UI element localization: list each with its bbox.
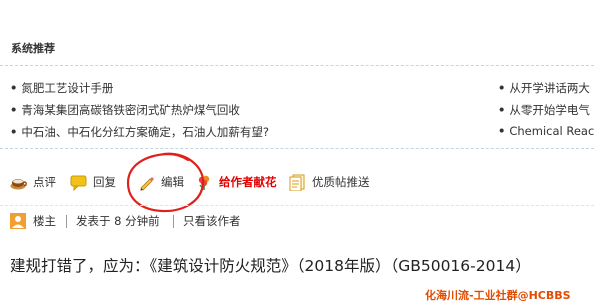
reply-label: 回复 xyxy=(93,175,116,189)
recommendation-link[interactable]: 青海某集团高碳铬铁密闭式矿热炉煤气回收 xyxy=(21,103,240,117)
list-item[interactable]: • 从零开始学电气 xyxy=(498,102,590,118)
comment-label: 点评 xyxy=(33,175,56,189)
bullet-icon: • xyxy=(10,103,18,117)
post-header: 楼主 发表于 8 分钟前 只看该作者 xyxy=(10,210,594,232)
reply-button[interactable]: 回复 xyxy=(70,168,116,196)
list-item[interactable]: •Chemical Reactio xyxy=(498,124,594,138)
divider xyxy=(0,205,594,206)
speech-bubble-icon xyxy=(70,174,87,191)
watermark: 化海川流-工业社群@HCBBS xyxy=(425,289,571,302)
recommendation-link[interactable]: 从开学讲话两大 xyxy=(509,81,590,95)
author-role: 楼主 xyxy=(10,210,56,232)
author-only-link[interactable]: 只看该作者 xyxy=(183,210,241,232)
bullet-icon: • xyxy=(498,81,506,95)
post-content: 建规打错了，应为：《建筑设计防火规范》（2018年版）（GB50016-2014… xyxy=(10,257,531,275)
push-label: 优质帖推送 xyxy=(312,175,370,189)
gift-label: 给作者献花 xyxy=(219,175,277,189)
author-role-label: 楼主 xyxy=(33,214,56,228)
comment-button[interactable]: 点评 xyxy=(10,168,56,196)
edit-label: 编辑 xyxy=(161,175,184,189)
flower-icon xyxy=(196,174,213,191)
user-icon xyxy=(10,213,26,229)
recommendation-link[interactable]: 中石油、中石化分红方案确定，石油人加薪有望? xyxy=(21,125,269,139)
pencil-icon xyxy=(138,174,155,191)
bullet-icon: • xyxy=(498,124,506,138)
bullet-icon: • xyxy=(498,103,506,117)
list-item[interactable]: • 中石油、中石化分红方案确定，石油人加薪有望? xyxy=(10,124,269,140)
list-item[interactable]: • 从开学讲话两大 xyxy=(498,80,590,96)
separator xyxy=(173,215,174,228)
recommendation-link[interactable]: Chemical Reactio xyxy=(509,124,594,138)
post-time: 发表于 8 分钟前 xyxy=(76,214,160,228)
list-item[interactable]: • 氮肥工艺设计手册 xyxy=(10,80,113,96)
coffee-cup-icon xyxy=(10,174,27,191)
recommendation-link[interactable]: 从零开始学电气 xyxy=(509,103,590,117)
push-button[interactable]: 优质帖推送 xyxy=(289,168,370,196)
divider xyxy=(0,148,594,149)
list-item[interactable]: • 青海某集团高碳铬铁密闭式矿热炉煤气回收 xyxy=(10,102,240,118)
edit-button[interactable]: 编辑 xyxy=(138,168,184,196)
separator xyxy=(66,215,67,228)
document-icon xyxy=(289,174,306,191)
bullet-icon: • xyxy=(10,125,18,139)
gift-flower-button[interactable]: 给作者献花 xyxy=(196,168,277,196)
bullet-icon: • xyxy=(10,81,18,95)
divider xyxy=(0,65,594,66)
section-title: 系统推荐 xyxy=(11,42,55,55)
recommendation-link[interactable]: 氮肥工艺设计手册 xyxy=(21,81,113,95)
